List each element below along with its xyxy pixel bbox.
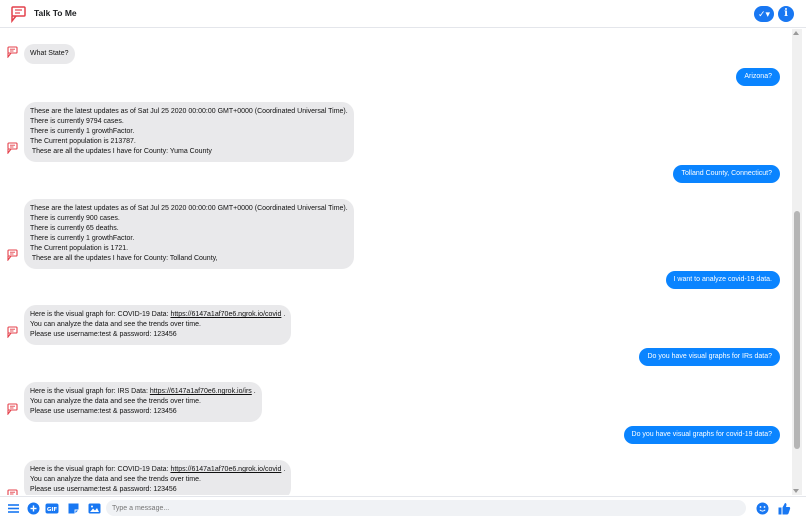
message-line: There is currently 1 growthFactor. xyxy=(30,235,135,242)
bot-avatar-icon xyxy=(7,403,18,415)
message-line: The Current population is 1721. xyxy=(30,245,129,252)
user-message: Tolland County, Connecticut? xyxy=(673,165,780,183)
graph-link[interactable]: https://6147a1af70e6.ngrok.io/covid xyxy=(170,466,281,473)
message-line: Please use username:test & password: 123… xyxy=(30,408,177,415)
bot-message: Here is the visual graph for: IRS Data: … xyxy=(24,382,262,422)
message-line: . xyxy=(281,311,286,318)
message-line: What State? xyxy=(30,50,69,57)
check-dropdown-icon[interactable]: ✓▾ xyxy=(754,6,774,22)
chat-header: Talk To Me ✓▾ i xyxy=(0,0,806,28)
bot-message: These are the latest updates as of Sat J… xyxy=(24,199,354,269)
message-line: Here is the visual graph for: COVID-19 D… xyxy=(30,466,171,473)
thumbs-up-icon[interactable] xyxy=(778,502,791,515)
graph-link[interactable]: https://6147a1af70e6.ngrok.io/covid xyxy=(170,311,281,318)
bot-avatar-icon xyxy=(7,326,18,338)
add-icon[interactable] xyxy=(27,502,40,515)
bot-avatar-icon xyxy=(7,46,18,58)
sticker-icon[interactable] xyxy=(67,502,80,515)
message-line: . xyxy=(251,388,256,395)
message-line: Please use username:test & password: 123… xyxy=(30,486,177,493)
message-line: You can analyze the data and see the tre… xyxy=(30,398,201,405)
message-line: Here is the visual graph for: COVID-19 D… xyxy=(30,311,171,318)
message-line: There is currently 9794 cases. xyxy=(30,118,124,125)
bot-avatar-icon xyxy=(7,249,18,261)
bot-message: Here is the visual graph for: COVID-19 D… xyxy=(24,305,292,345)
message-line: The Current population is 213787. xyxy=(30,138,136,145)
message-line: . xyxy=(281,466,286,473)
message-line: Here is the visual graph for: IRS Data: xyxy=(30,388,150,395)
image-icon[interactable] xyxy=(88,502,101,515)
composer-bar: GIF xyxy=(0,496,806,518)
message-list: What State? Arizona? These are the latest … xyxy=(0,29,790,495)
scroll-up-arrow[interactable] xyxy=(793,31,799,35)
message-line: These are all the updates I have for Cou… xyxy=(30,255,218,262)
user-message: Do you have visual graphs for IRs data? xyxy=(639,348,780,366)
message-line: You can analyze the data and see the tre… xyxy=(30,476,201,483)
svg-text:GIF: GIF xyxy=(47,507,58,513)
user-message: Do you have visual graphs for covid-19 d… xyxy=(623,426,780,444)
info-icon[interactable]: i xyxy=(778,6,794,22)
message-line: There is currently 900 cases. xyxy=(30,215,120,222)
app-logo-icon xyxy=(11,6,26,23)
message-line: There is currently 65 deaths. xyxy=(30,225,119,232)
graph-link[interactable]: https://6147a1af70e6.ngrok.io/irs xyxy=(150,388,252,395)
message-line: These are the latest updates as of Sat J… xyxy=(30,108,348,115)
message-line: There is currently 1 growthFactor. xyxy=(30,128,135,135)
user-message: I want to analyze covid-19 data. xyxy=(665,271,780,289)
bot-message: Here is the visual graph for: COVID-19 D… xyxy=(24,460,292,495)
message-line: These are all the updates I have for Cou… xyxy=(30,148,212,155)
gif-icon[interactable]: GIF xyxy=(45,502,59,515)
bot-message: What State? xyxy=(24,44,75,64)
scroll-down-arrow[interactable] xyxy=(793,489,799,493)
message-line: These are the latest updates as of Sat J… xyxy=(30,205,348,212)
menu-icon[interactable] xyxy=(7,502,20,515)
message-line: You can analyze the data and see the tre… xyxy=(30,321,201,328)
bot-avatar-icon xyxy=(7,142,18,154)
message-input[interactable] xyxy=(106,500,746,516)
bot-avatar-icon xyxy=(7,489,18,495)
user-message: Arizona? xyxy=(736,68,780,86)
scrollbar-thumb[interactable] xyxy=(794,211,800,449)
bot-message: These are the latest updates as of Sat J… xyxy=(24,102,354,162)
scrollbar[interactable] xyxy=(792,29,802,495)
chat-title: Talk To Me xyxy=(34,8,77,18)
emoji-icon[interactable] xyxy=(756,502,769,515)
message-line: Please use username:test & password: 123… xyxy=(30,331,177,338)
